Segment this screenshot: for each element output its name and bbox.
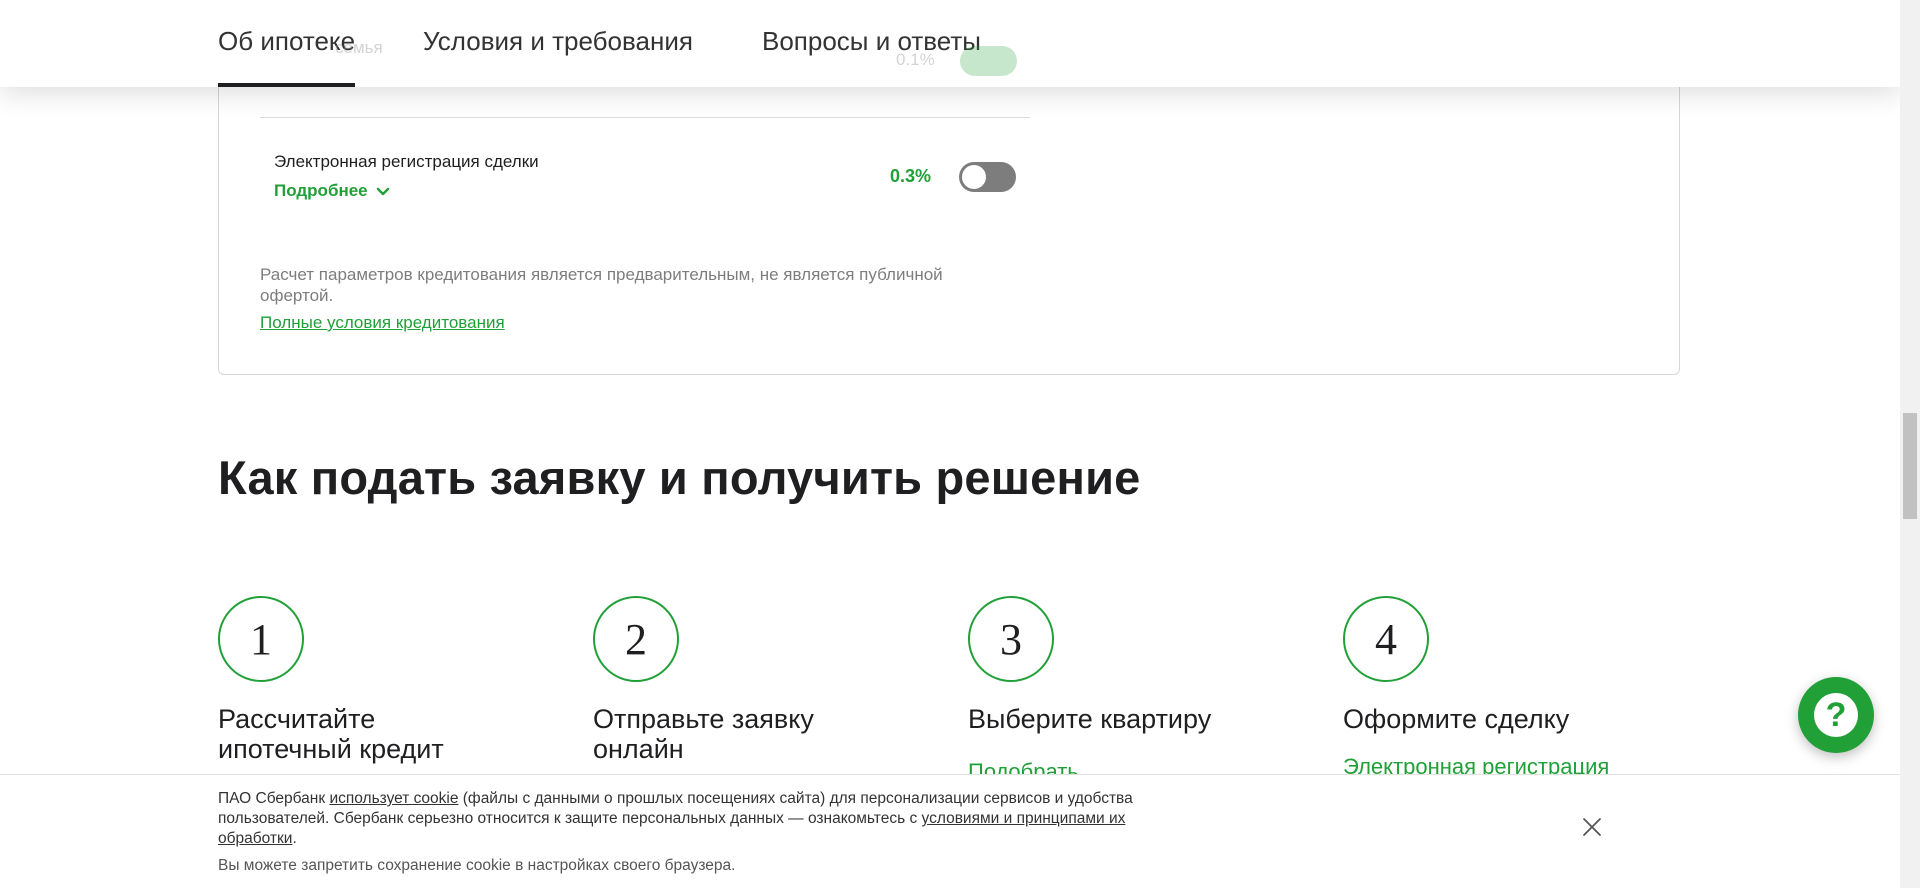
close-icon (1583, 818, 1601, 836)
hidden-option-toggle (960, 46, 1017, 76)
tab-faq[interactable]: Вопросы и ответы (762, 26, 981, 57)
hidden-option-title: семья (335, 38, 383, 57)
option-toggle[interactable] (959, 162, 1016, 192)
cookie-text-part-1: ПАО Сбербанк (218, 790, 330, 807)
close-cookie-button[interactable] (1580, 815, 1604, 839)
section-title: Как подать заявку и получить решение (218, 451, 1141, 504)
step-number-1: 1 (218, 596, 304, 682)
more-label: Подробнее (274, 181, 368, 200)
chevron-down-icon (377, 187, 390, 195)
step-title-2: Отправьте заявку онлайн (593, 704, 814, 764)
tab-label: Вопросы и ответы (762, 26, 981, 56)
option-title: Электронная регистрация сделки (274, 152, 539, 171)
step-number-2: 2 (593, 596, 679, 682)
step-title-1: Рассчитайте ипотечный кредит (218, 704, 444, 764)
cookie-text: ПАО Сбербанк использует cookie (файлы с … (218, 789, 1158, 849)
section-tabs-header: Об ипотеке Условия и требования Вопросы … (0, 0, 1900, 87)
question-glyph: ? (1825, 695, 1847, 734)
options-divider (260, 117, 1030, 118)
step-number-3: 3 (968, 596, 1054, 682)
tab-label: Условия и требования (423, 26, 693, 56)
option-rate-value: 0.3% (890, 166, 932, 186)
page-scrollbar[interactable] (1900, 0, 1920, 888)
full-terms-link[interactable]: Полные условия кредитования (260, 313, 505, 333)
tab-conditions[interactable]: Условия и требования (423, 26, 693, 57)
option-more-link[interactable]: Подробнее (274, 181, 390, 201)
toggle-knob (962, 165, 986, 189)
chat-button[interactable]: ? (1798, 677, 1874, 753)
cookie-text-part-3: . (292, 830, 297, 847)
step-number-4: 4 (1343, 596, 1429, 682)
calculation-disclaimer: Расчет параметров кредитования является … (260, 265, 943, 305)
step-title-4: Оформите сделку (1343, 704, 1570, 734)
active-tab-indicator (218, 83, 356, 87)
question-icon: ? (1814, 693, 1858, 737)
cookie-banner: ПАО Сбербанк использует cookie (файлы с … (0, 774, 1900, 889)
cookie-note: Вы можете запретить сохранение cookie в … (218, 857, 736, 874)
hidden-option-value: 0.1% (896, 50, 935, 69)
scrollbar-thumb[interactable] (1903, 413, 1917, 519)
cookie-usage-link[interactable]: использует cookie (329, 790, 458, 807)
step-title-3: Выберите квартиру (968, 704, 1212, 734)
